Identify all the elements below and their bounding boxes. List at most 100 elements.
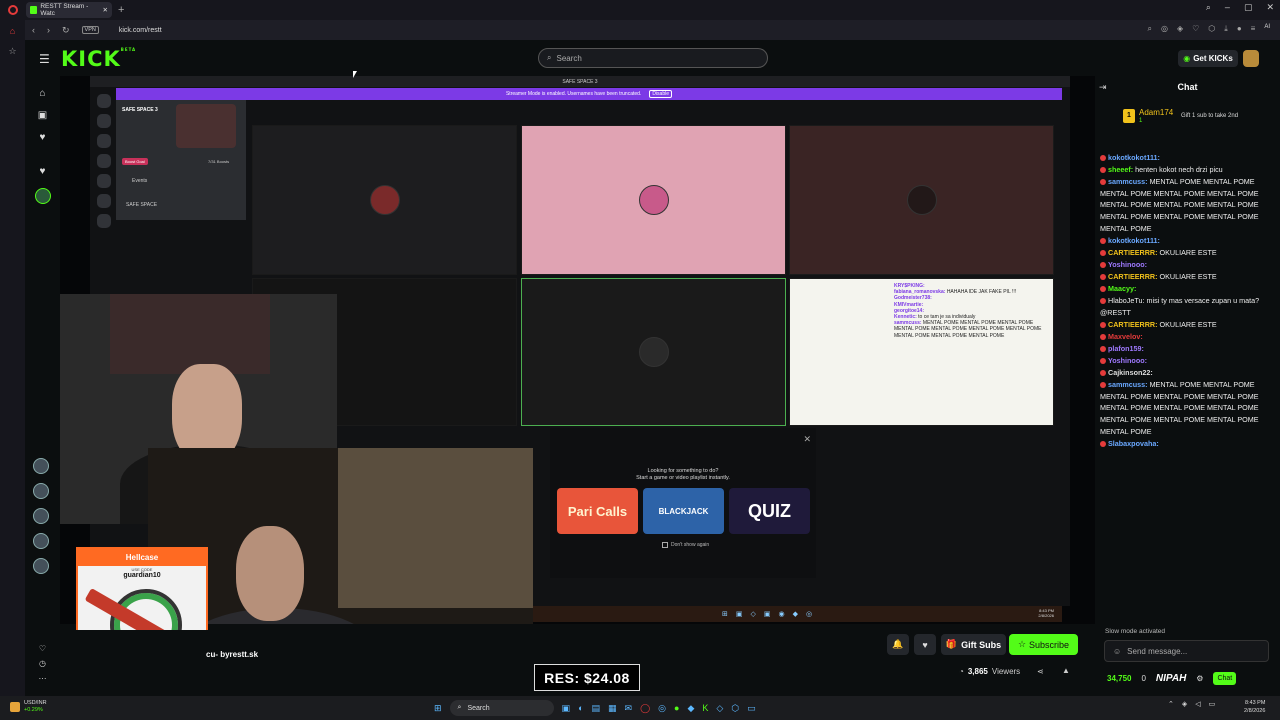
terminal-icon[interactable]: ▭ bbox=[747, 703, 756, 714]
chat-username[interactable]: Yoshinooo: bbox=[1108, 356, 1147, 365]
more-icon[interactable]: ⋯ bbox=[39, 674, 47, 683]
following-heart-icon[interactable]: ♥ bbox=[40, 166, 46, 177]
notification-bell-button[interactable]: 🔔 bbox=[887, 634, 909, 655]
volume-icon[interactable]: ◁ bbox=[1195, 700, 1200, 708]
followed-channel-avatar[interactable] bbox=[33, 533, 49, 549]
shield-icon[interactable]: ◈ bbox=[1177, 24, 1183, 34]
maximize-icon[interactable]: ▢ bbox=[1244, 2, 1253, 13]
browser-tab[interactable]: RESTT Stream - Watc ✕ bbox=[26, 2, 112, 18]
chat-username[interactable]: kokotkokot111: bbox=[1108, 153, 1160, 162]
heart-outline-icon[interactable]: ♡ bbox=[39, 644, 46, 653]
chat-username[interactable]: sheeef: bbox=[1108, 165, 1133, 174]
browse-nav-icon[interactable]: ▣ bbox=[38, 110, 47, 121]
back-icon[interactable]: ‹ bbox=[32, 25, 35, 35]
spotify-icon[interactable]: ● bbox=[674, 703, 679, 713]
chat-username[interactable]: Yoshinooo: bbox=[1108, 260, 1147, 269]
share-icon[interactable]: ⋖ bbox=[1037, 667, 1044, 676]
followed-channel-avatar[interactable] bbox=[33, 458, 49, 474]
discord-titlebar: SAFE SPACE 3 bbox=[90, 76, 1070, 87]
chat-username[interactable]: sammcuss: bbox=[1108, 380, 1148, 389]
screenshare-chat-user: georgitoe14: bbox=[894, 307, 925, 314]
file-explorer-icon[interactable]: ▤ bbox=[592, 703, 601, 714]
chat-username[interactable]: Maxvelov: bbox=[1108, 332, 1143, 341]
subscribe-button[interactable]: ☆ Subscribe bbox=[1009, 634, 1078, 655]
hamburger-menu-icon[interactable]: ☰ bbox=[39, 52, 50, 66]
chat-username[interactable]: CARTIEERRR: bbox=[1108, 320, 1158, 329]
battery-icon[interactable]: ▭ bbox=[1209, 700, 1216, 708]
store-icon[interactable]: ▦ bbox=[608, 703, 617, 714]
profile-icon[interactable]: ● bbox=[1237, 24, 1242, 34]
chat-username[interactable]: sammcuss: bbox=[1108, 177, 1148, 186]
menu-icon[interactable]: ≡ bbox=[1251, 24, 1256, 34]
minimize-icon[interactable]: – bbox=[1225, 2, 1230, 13]
app-icon[interactable]: ◇ bbox=[716, 703, 723, 714]
chat-username[interactable]: plafon159: bbox=[1108, 344, 1144, 353]
search-tabs-icon[interactable]: ⌕ bbox=[1206, 2, 1211, 13]
vpn-badge[interactable]: VPN bbox=[81, 26, 99, 34]
windows-start-icon[interactable]: ⊞ bbox=[434, 703, 442, 714]
url-field[interactable]: kick.com/restt bbox=[119, 27, 162, 34]
video-player[interactable]: SAFE SPACE 3 Streamer Mode is enabled. U… bbox=[60, 76, 1095, 624]
search-input[interactable]: ⌕ Search bbox=[538, 48, 768, 68]
forward-icon[interactable]: › bbox=[47, 25, 50, 35]
stock-ticker-widget[interactable]: USD/INR +0.29% bbox=[10, 700, 47, 714]
steam-icon[interactable]: ◆ bbox=[687, 703, 694, 714]
discord-taskbar-icon[interactable]: ◎ bbox=[658, 703, 666, 714]
home-nav-icon[interactable]: ⌂ bbox=[39, 88, 45, 99]
gift-subs-button[interactable]: 🎁 Gift Subs bbox=[941, 634, 1006, 655]
opera-logo-icon[interactable] bbox=[0, 0, 26, 20]
report-icon[interactable]: ▲ bbox=[1062, 666, 1070, 675]
nipah-emote-logo[interactable]: NIPAH bbox=[1156, 673, 1186, 684]
reload-icon[interactable]: ↻ bbox=[62, 25, 70, 36]
chat-settings-icon[interactable]: ⚙ bbox=[1196, 674, 1203, 683]
chat-username[interactable]: CARTIEERRR: bbox=[1108, 248, 1158, 257]
app-icon[interactable]: ⬡ bbox=[731, 703, 739, 714]
zoom-icon[interactable]: ⌕ bbox=[1147, 24, 1151, 34]
chat-send-button[interactable]: Chat bbox=[1213, 672, 1237, 685]
chat-username[interactable]: Slabaxpovaha: bbox=[1108, 439, 1159, 448]
channel-points[interactable]: 34,750 bbox=[1107, 674, 1131, 683]
chat-username[interactable]: kokotkokot111: bbox=[1108, 236, 1160, 245]
download-icon[interactable]: ⤓ bbox=[1224, 24, 1228, 34]
aria-button[interactable]: AI bbox=[1264, 24, 1270, 34]
followed-channel-avatar[interactable] bbox=[34, 188, 51, 204]
following-nav-icon[interactable]: ♥ bbox=[40, 132, 46, 143]
tray-chevron-icon[interactable]: ⌃ bbox=[1168, 700, 1174, 708]
follow-heart-button[interactable]: ♥ bbox=[914, 634, 936, 655]
gift-leaderboard[interactable]: 1 Adam174 1 Gift 1 sub to take 2nd bbox=[1123, 106, 1273, 128]
stream-title[interactable]: cu- byrestt.sk bbox=[206, 650, 258, 659]
opera-taskbar-icon[interactable]: ◯ bbox=[640, 703, 650, 714]
user-avatar[interactable] bbox=[1243, 50, 1259, 67]
chat-username[interactable]: CARTIEERRR: bbox=[1108, 272, 1158, 281]
send-message-input[interactable]: ☺ Send message... bbox=[1104, 640, 1269, 662]
home-icon[interactable]: ⌂ bbox=[10, 26, 15, 36]
close-window-icon[interactable]: ✕ bbox=[1266, 2, 1274, 13]
history-icon[interactable]: ◷ bbox=[39, 659, 46, 668]
new-tab-icon[interactable]: + bbox=[118, 4, 124, 16]
browser-tab-bar: RESTT Stream - Watc ✕ + ⌕ – ▢ ✕ bbox=[0, 0, 1280, 20]
bookmark-icon[interactable]: ☆ bbox=[8, 46, 16, 57]
chat-username[interactable]: Maacyy: bbox=[1108, 284, 1136, 293]
taskbar-search[interactable]: ⌕ Search bbox=[449, 700, 554, 716]
kicks-balance[interactable]: 0 bbox=[1141, 674, 1145, 683]
kick-logo[interactable]: KICKBETA bbox=[61, 47, 136, 71]
outlook-icon[interactable]: ✉ bbox=[625, 703, 633, 714]
followed-channel-avatar[interactable] bbox=[33, 483, 49, 499]
task-view-icon[interactable]: ▣ bbox=[562, 703, 571, 714]
tab-close-icon[interactable]: ✕ bbox=[103, 6, 108, 14]
extensions-icon[interactable]: ⬡ bbox=[1208, 24, 1215, 34]
emote-icon[interactable]: ☺ bbox=[1113, 647, 1121, 656]
followed-channel-avatar[interactable] bbox=[33, 508, 49, 524]
chat-panel: ⇥ Chat 1 Adam174 1 Gift 1 sub to take 2n… bbox=[1095, 76, 1280, 696]
chat-username[interactable]: Cajkinson22: bbox=[1108, 368, 1153, 377]
taskbar-clock[interactable]: 8:43 PM 2/8/2026 bbox=[1244, 699, 1265, 715]
heart-icon[interactable]: ♡ bbox=[1192, 24, 1199, 34]
kick-taskbar-icon[interactable]: K bbox=[702, 703, 708, 713]
get-kicks-button[interactable]: ◉ Get KICKs bbox=[1178, 50, 1238, 67]
edge-icon[interactable]: ◐ bbox=[578, 703, 583, 713]
snapshot-icon[interactable]: ◎ bbox=[1161, 24, 1168, 34]
followed-channel-avatar[interactable] bbox=[33, 558, 49, 574]
chat-messages[interactable]: kokotkokot111: sheeef: henten kokot nech… bbox=[1100, 152, 1276, 692]
network-icon[interactable]: ◈ bbox=[1182, 700, 1187, 708]
user-badge-icon bbox=[1100, 237, 1106, 244]
